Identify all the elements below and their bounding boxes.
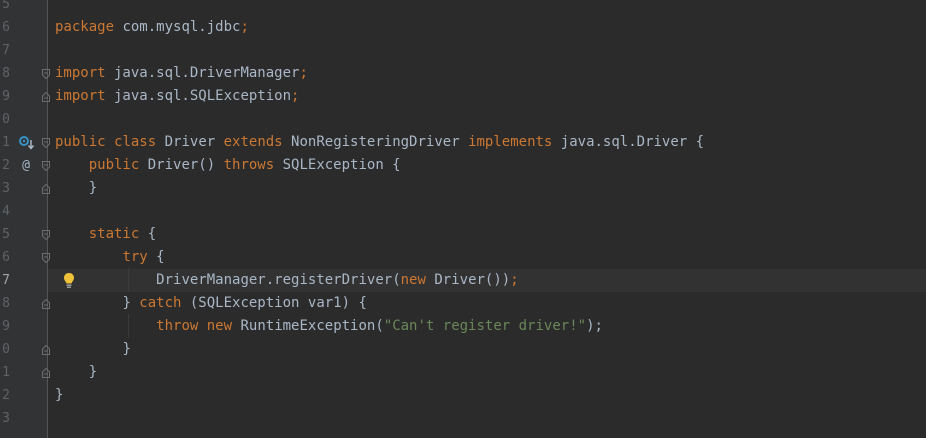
code-line[interactable]: package com.mysql.jdbc; xyxy=(55,16,249,39)
fold-close-icon[interactable] xyxy=(42,184,50,194)
line-number: 7 xyxy=(2,273,10,288)
identifier: java.sql.DriverManager xyxy=(105,65,300,81)
punctuation: ; xyxy=(291,88,300,104)
fold-close-icon[interactable] xyxy=(42,299,50,309)
keyword: static xyxy=(88,226,140,242)
line-number: 8 xyxy=(2,66,10,81)
keyword: public xyxy=(55,134,106,150)
keyword: catch xyxy=(139,295,182,311)
code-line[interactable]: } xyxy=(55,361,97,384)
line-number: 5 xyxy=(2,227,10,242)
identifier: RuntimeException( xyxy=(232,318,384,334)
keyword: implements xyxy=(468,134,553,150)
punctuation: } xyxy=(55,387,64,403)
code-line[interactable]: } xyxy=(55,384,63,407)
code-line[interactable]: import java.sql.SQLException; xyxy=(55,85,299,108)
code-line[interactable]: public Driver() throws SQLException { xyxy=(55,154,401,177)
line-number: 7 xyxy=(2,43,10,58)
line-number: 0 xyxy=(2,112,10,127)
keyword: package xyxy=(55,19,115,35)
line-number: 8 xyxy=(2,296,10,311)
punctuation: ; xyxy=(240,19,249,35)
fold-close-icon[interactable] xyxy=(42,92,50,102)
line-number: 9 xyxy=(2,319,10,334)
punctuation: } xyxy=(88,364,98,380)
fold-open-icon[interactable] xyxy=(42,69,50,79)
code-line[interactable]: } xyxy=(55,338,131,361)
fold-open-icon[interactable] xyxy=(42,253,50,263)
punctuation: { xyxy=(139,226,157,242)
line-number: 9 xyxy=(2,89,10,104)
punctuation: } xyxy=(88,180,98,196)
keyword: import xyxy=(55,65,106,81)
keyword: public xyxy=(88,157,140,173)
line-number: 6 xyxy=(2,250,10,265)
implements-method-icon[interactable] xyxy=(18,135,35,151)
punctuation: ; xyxy=(299,65,308,81)
line-number: 3 xyxy=(2,411,10,426)
code-line[interactable]: try { xyxy=(55,246,165,269)
fold-open-icon[interactable] xyxy=(42,161,50,171)
code-line[interactable]: import java.sql.DriverManager; xyxy=(55,62,308,85)
line-number: 6 xyxy=(2,20,10,35)
identifier: java.sql.Driver { xyxy=(552,134,705,150)
identifier: com.mysql.jdbc xyxy=(114,19,241,35)
method-name: registerDriver xyxy=(274,272,393,288)
fold-close-icon[interactable] xyxy=(42,345,50,355)
line-number: 5 xyxy=(2,0,10,12)
keyword: try xyxy=(122,249,148,265)
line-number: 3 xyxy=(2,181,10,196)
line-number: 1 xyxy=(2,135,10,150)
code-line[interactable]: throw new RuntimeException("Can't regist… xyxy=(55,315,603,338)
line-number: 1 xyxy=(2,365,10,380)
keyword: new xyxy=(400,272,426,288)
identifier: Driver() xyxy=(139,157,224,173)
code-line[interactable]: public class Driver extends NonRegisteri… xyxy=(55,131,704,154)
punctuation: ( xyxy=(392,272,401,288)
identifier: NonRegisteringDriver xyxy=(282,134,469,150)
keyword: throw xyxy=(156,318,199,334)
punctuation: } xyxy=(122,341,131,357)
identifier: Driver()) xyxy=(425,272,511,288)
identifier: DriverManager. xyxy=(156,272,275,288)
line-number: 2 xyxy=(2,158,10,173)
punctuation: } xyxy=(122,295,140,311)
fold-close-icon[interactable] xyxy=(42,368,50,378)
code-line[interactable]: } catch (SQLException var1) { xyxy=(55,292,367,315)
line-number: 0 xyxy=(2,342,10,357)
identifier: (SQLException var1) { xyxy=(181,295,367,311)
line-number: 4 xyxy=(2,204,10,219)
keyword: import xyxy=(55,88,106,104)
keyword: throws xyxy=(223,157,275,173)
override-icon[interactable]: @ xyxy=(18,158,34,174)
keyword: extends xyxy=(223,134,283,150)
code-line-current[interactable]: DriverManager.registerDriver(new Driver(… xyxy=(55,269,519,292)
string-literal: "Can't register driver!" xyxy=(383,318,587,334)
code-line[interactable]: } xyxy=(55,177,97,200)
keyword: new xyxy=(206,318,233,334)
punctuation: { xyxy=(147,249,165,265)
keyword: class xyxy=(114,134,157,150)
line-number: 2 xyxy=(2,388,10,403)
punctuation: ); xyxy=(586,318,603,334)
code-line[interactable]: static { xyxy=(55,223,156,246)
punctuation: ; xyxy=(510,272,519,288)
identifier: SQLException { xyxy=(274,157,401,173)
identifier: Driver xyxy=(156,134,224,150)
identifier: java.sql.SQLException xyxy=(105,88,292,104)
fold-open-icon[interactable] xyxy=(42,230,50,240)
fold-open-icon[interactable] xyxy=(42,138,50,148)
